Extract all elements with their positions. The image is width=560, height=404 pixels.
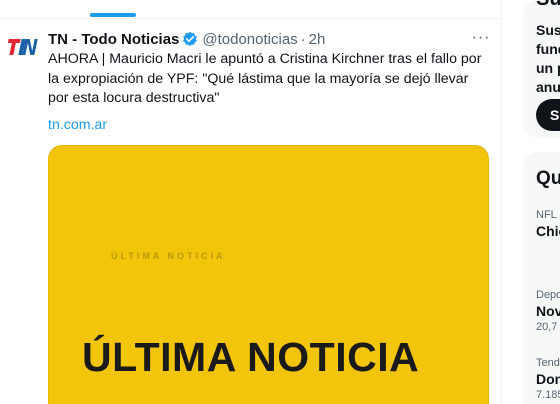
verified-badge-icon	[182, 31, 198, 47]
trend-context: Depo	[536, 289, 560, 301]
premium-desc-line: anun	[536, 79, 560, 95]
tweet-timestamp[interactable]: 2h	[309, 31, 326, 48]
media-headline: ÚLTIMA NOTICIA	[82, 334, 420, 380]
premium-desc-line: fund	[536, 41, 560, 57]
right-sidebar: Sus Susc fund un p anun Su Que NFL · Chi…	[502, 0, 560, 404]
trend-name: Chie	[536, 223, 560, 239]
trend-item[interactable]: NFL · Chie	[536, 208, 560, 240]
author-handle[interactable]: @todonoticias	[202, 31, 297, 48]
premium-card: Sus Susc fund un p anun Su	[523, 0, 560, 138]
trend-name: Don	[536, 371, 560, 387]
premium-description: Susc fund un p anun	[536, 21, 560, 97]
tweet-text: AHORA | Mauricio Macri le apuntó a Crist…	[48, 51, 482, 106]
trends-title: Que	[536, 168, 560, 189]
trend-post-count: 20,7 m	[536, 321, 560, 333]
premium-desc-line: Susc	[536, 22, 560, 38]
trend-context: NFL ·	[536, 209, 560, 221]
premium-title: Sus	[536, 0, 560, 11]
tn-logo-icon	[7, 39, 38, 55]
trends-card: Que NFL · Chie Depo Nov 20,7 m Tende Don…	[523, 152, 560, 404]
timeline-feed: TN - Todo Noticias @todonoticias · 2h ··…	[0, 0, 502, 404]
author-name[interactable]: TN - Todo Noticias	[48, 31, 179, 48]
avatar[interactable]	[6, 33, 38, 61]
meta-separator: ·	[300, 30, 306, 48]
trend-name: Nov	[536, 303, 560, 319]
trend-context: Tende	[536, 357, 560, 369]
premium-desc-line: un p	[536, 60, 560, 76]
tweet-media-image[interactable]: ÚLTIMA NOTICIA ÚLTIMA NOTICIA	[48, 145, 489, 404]
active-tab-indicator	[90, 13, 136, 17]
tweet-link[interactable]: tn.com.ar	[48, 117, 107, 133]
timeline-tabs	[0, 0, 501, 19]
more-options-icon[interactable]: ···	[469, 29, 493, 49]
tweet-author-row: TN - Todo Noticias @todonoticias · 2h	[48, 29, 325, 49]
trend-post-count: 7.185	[536, 389, 560, 401]
subscribe-button[interactable]: Su	[536, 99, 560, 131]
trend-item[interactable]: Depo Nov 20,7 m	[536, 288, 560, 334]
trend-item[interactable]: Tende Don 7.185	[536, 356, 560, 402]
media-watermark-text: ÚLTIMA NOTICIA	[111, 251, 226, 261]
